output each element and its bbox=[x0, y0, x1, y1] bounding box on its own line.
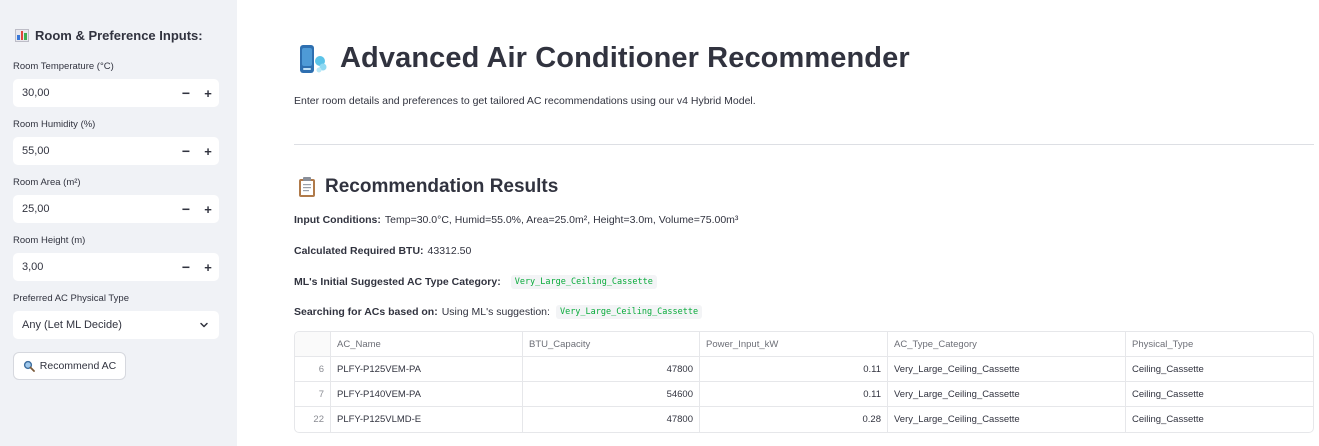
height-decrement-button[interactable]: − bbox=[175, 259, 197, 275]
area-input[interactable]: 25,00 − + bbox=[13, 195, 219, 223]
power-input-cell[interactable]: 0.11 bbox=[700, 357, 888, 381]
search-basis: Searching for ACs based on: Using ML's s… bbox=[294, 305, 703, 319]
header-power-input[interactable]: Power_Input_kW bbox=[700, 332, 888, 356]
search-basis-text: Using ML's suggestion: bbox=[441, 306, 550, 318]
ac-name-cell[interactable]: PLFY-P125VEM-PA bbox=[331, 357, 523, 381]
height-increment-button[interactable]: + bbox=[197, 260, 219, 275]
results-title: Recommendation Results bbox=[325, 176, 559, 197]
results-header: Recommendation Results bbox=[298, 176, 558, 198]
page-subtitle: Enter room details and preferences to ge… bbox=[294, 95, 756, 107]
area-decrement-button[interactable]: − bbox=[175, 201, 197, 217]
table-header-row: AC_Name BTU_Capacity Power_Input_kW AC_T… bbox=[295, 332, 1313, 357]
ac-type-category-cell[interactable]: Very_Large_Ceiling_Cassette bbox=[888, 357, 1126, 381]
physical-type-cell[interactable]: Ceiling_Cassette bbox=[1126, 357, 1313, 381]
height-value[interactable]: 3,00 bbox=[13, 261, 175, 273]
temperature-value[interactable]: 30,00 bbox=[13, 87, 175, 99]
temperature-decrement-button[interactable]: − bbox=[175, 85, 197, 101]
physical-type-label: Preferred AC Physical Type bbox=[13, 293, 129, 304]
temperature-label: Room Temperature (°C) bbox=[13, 61, 114, 72]
ac-name-cell[interactable]: PLFY-P140VEM-PA bbox=[331, 382, 523, 406]
power-input-cell[interactable]: 0.11 bbox=[700, 382, 888, 406]
table-row: 22 PLFY-P125VLMD-E 47800 0.28 Very_Large… bbox=[295, 407, 1313, 432]
bar-chart-icon bbox=[15, 29, 29, 42]
ml-suggested-type: ML's Initial Suggested AC Type Category:… bbox=[294, 275, 657, 289]
required-btu-value: 43312.50 bbox=[427, 245, 472, 257]
header-index bbox=[295, 332, 331, 356]
header-btu-capacity[interactable]: BTU_Capacity bbox=[523, 332, 700, 356]
btu-capacity-cell[interactable]: 54600 bbox=[523, 382, 700, 406]
area-value[interactable]: 25,00 bbox=[13, 203, 175, 215]
ac-name-cell[interactable]: PLFY-P125VLMD-E bbox=[331, 407, 523, 432]
header-ac-name[interactable]: AC_Name bbox=[331, 332, 523, 356]
recommend-ac-label: Recommend AC bbox=[39, 360, 117, 372]
search-basis-code: Very_Large_Ceiling_Cassette bbox=[555, 305, 703, 319]
temperature-increment-button[interactable]: + bbox=[197, 86, 219, 101]
results-table[interactable]: AC_Name BTU_Capacity Power_Input_kW AC_T… bbox=[294, 331, 1314, 433]
recommend-ac-button[interactable]: Recommend AC bbox=[13, 352, 126, 380]
sidebar: Room & Preference Inputs: Room Temperatu… bbox=[0, 0, 237, 446]
required-btu: Calculated Required BTU: 43312.50 bbox=[294, 245, 471, 257]
area-label: Room Area (m²) bbox=[13, 177, 81, 188]
page-title: Advanced Air Conditioner Recommender bbox=[340, 42, 910, 74]
row-index: 6 bbox=[295, 357, 331, 381]
row-index: 22 bbox=[295, 407, 331, 432]
input-conditions-text: Temp=30.0°C, Humid=55.0%, Area=25.0m², H… bbox=[384, 214, 739, 226]
divider bbox=[294, 144, 1314, 145]
height-input[interactable]: 3,00 − + bbox=[13, 253, 219, 281]
physical-type-cell[interactable]: Ceiling_Cassette bbox=[1126, 382, 1313, 406]
ac-type-category-cell[interactable]: Very_Large_Ceiling_Cassette bbox=[888, 382, 1126, 406]
power-input-cell[interactable]: 0.28 bbox=[700, 407, 888, 432]
ac-type-category-cell[interactable]: Very_Large_Ceiling_Cassette bbox=[888, 407, 1126, 432]
btu-capacity-cell[interactable]: 47800 bbox=[523, 407, 700, 432]
header-ac-type-category[interactable]: AC_Type_Category bbox=[888, 332, 1126, 356]
area-increment-button[interactable]: + bbox=[197, 202, 219, 217]
search-basis-label: Searching for ACs based on: bbox=[294, 306, 438, 318]
height-label: Room Height (m) bbox=[13, 235, 86, 246]
header-physical-type[interactable]: Physical_Type bbox=[1126, 332, 1313, 356]
ml-suggested-type-code: Very_Large_Ceiling_Cassette bbox=[510, 275, 657, 289]
humidity-decrement-button[interactable]: − bbox=[175, 143, 197, 159]
input-conditions-label: Input Conditions: bbox=[294, 214, 381, 226]
physical-type-select[interactable]: Any (Let ML Decide) bbox=[13, 311, 219, 339]
humidity-value[interactable]: 55,00 bbox=[13, 145, 175, 157]
humidity-increment-button[interactable]: + bbox=[197, 144, 219, 159]
clipboard-icon bbox=[299, 177, 315, 197]
air-conditioner-icon bbox=[300, 44, 327, 73]
magnifier-icon bbox=[23, 360, 35, 372]
table-row: 6 PLFY-P125VEM-PA 47800 0.11 Very_Large_… bbox=[295, 357, 1313, 382]
physical-type-cell[interactable]: Ceiling_Cassette bbox=[1126, 407, 1313, 432]
humidity-input[interactable]: 55,00 − + bbox=[13, 137, 219, 165]
table-row: 7 PLFY-P140VEM-PA 54600 0.11 Very_Large_… bbox=[295, 382, 1313, 407]
ml-suggested-type-label: ML's Initial Suggested AC Type Category: bbox=[294, 276, 501, 288]
sidebar-title: Room & Preference Inputs: bbox=[15, 28, 220, 43]
physical-type-value: Any (Let ML Decide) bbox=[22, 319, 122, 331]
required-btu-label: Calculated Required BTU: bbox=[294, 245, 424, 257]
chevron-down-icon bbox=[200, 322, 208, 328]
humidity-label: Room Humidity (%) bbox=[13, 119, 96, 130]
btu-capacity-cell[interactable]: 47800 bbox=[523, 357, 700, 381]
temperature-input[interactable]: 30,00 − + bbox=[13, 79, 219, 107]
row-index: 7 bbox=[295, 382, 331, 406]
page-header: Advanced Air Conditioner Recommender bbox=[298, 42, 910, 75]
input-conditions: Input Conditions: Temp=30.0°C, Humid=55.… bbox=[294, 214, 738, 226]
